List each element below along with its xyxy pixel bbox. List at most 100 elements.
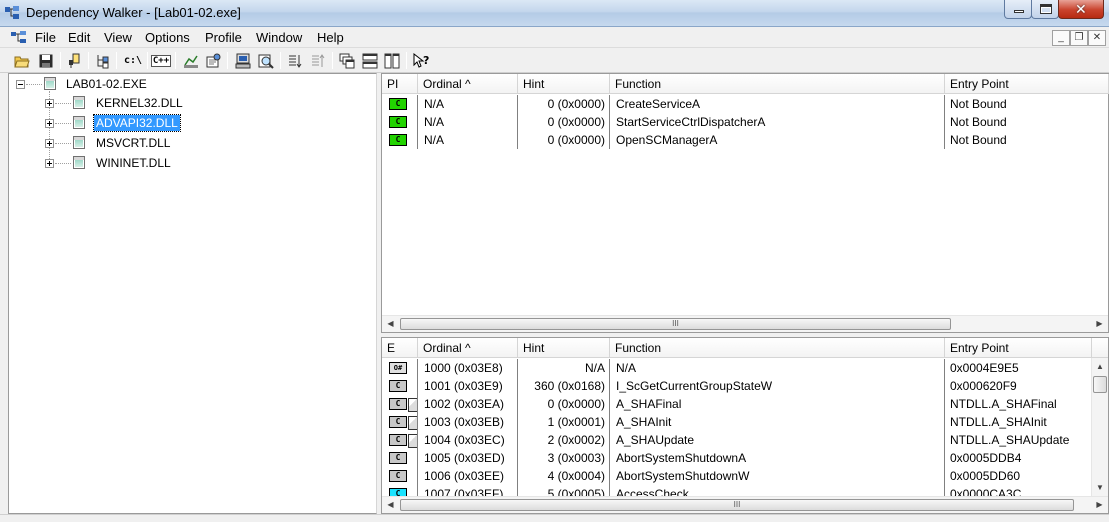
tile-vertical-icon bbox=[384, 53, 400, 68]
toolbar-separator bbox=[88, 52, 89, 69]
ordinal-cell: N/A bbox=[418, 131, 518, 149]
export-functions-list[interactable]: E Ordinal ^ Hint Function Entry Point O#… bbox=[381, 337, 1109, 514]
tile-vertical-button[interactable] bbox=[382, 51, 402, 70]
expand-advapi32-toggle[interactable] bbox=[45, 119, 54, 128]
scroll-up-icon[interactable]: ▲ bbox=[1092, 358, 1108, 375]
column-ordinal[interactable]: Ordinal ^ bbox=[418, 338, 518, 358]
scroll-right-icon[interactable]: ▶ bbox=[1091, 316, 1108, 332]
context-help-button[interactable]: ? bbox=[412, 51, 432, 70]
system-info-button[interactable] bbox=[233, 51, 253, 70]
maximize-button[interactable] bbox=[1031, 0, 1059, 19]
e-cell bbox=[382, 395, 418, 413]
full-paths-button[interactable]: c:\ bbox=[121, 51, 145, 70]
menu-file[interactable]: File bbox=[35, 30, 56, 45]
table-row[interactable]: C N/A 0 (0x0000) OpenSCManagerA Not Boun… bbox=[382, 131, 1108, 149]
table-row[interactable]: C 1002 (0x03EA) 0 (0x0000) A_SHAFinal NTDLL.… bbox=[382, 395, 1108, 413]
scrollbar-thumb[interactable] bbox=[1093, 376, 1107, 393]
table-row[interactable]: C 1006 (0x03EE) 4 (0x0004) AbortSystemShutd… bbox=[382, 467, 1108, 485]
hint-cell: 0 (0x0000) bbox=[518, 113, 610, 131]
ordinal-cell: 1003 (0x03EB) bbox=[418, 413, 518, 431]
menu-options[interactable]: Options bbox=[145, 30, 190, 45]
function-cell: CreateServiceA bbox=[610, 95, 945, 113]
column-e[interactable]: E bbox=[382, 338, 418, 358]
auto-expand-button[interactable] bbox=[93, 51, 113, 70]
title-bar[interactable]: Dependency Walker - [Lab01-02.exe] ✕ bbox=[0, 0, 1109, 27]
scroll-left-icon[interactable]: ◀ bbox=[382, 497, 399, 513]
table-row[interactable]: C 1001 (0x03E9) 360 (0x0168) I_ScGetCurrent… bbox=[382, 377, 1108, 395]
e-cell bbox=[382, 449, 418, 467]
close-button[interactable]: ✕ bbox=[1058, 0, 1104, 19]
open-button[interactable] bbox=[12, 51, 32, 70]
scroll-right-icon[interactable]: ▶ bbox=[1091, 497, 1108, 513]
scrollbar-thumb[interactable]: III bbox=[400, 499, 1074, 511]
column-pi[interactable]: PI bbox=[382, 74, 418, 94]
menu-profile[interactable]: Profile bbox=[205, 30, 242, 45]
entry-point-cell: 0x000620F9 bbox=[950, 379, 1017, 393]
column-ordinal[interactable]: Ordinal ^ bbox=[418, 74, 518, 94]
table-row[interactable]: C 1004 (0x03EC) 2 (0x0002) A_SHAUpdate NTDLL… bbox=[382, 431, 1108, 449]
svg-text:?: ? bbox=[423, 54, 429, 67]
magnifier-icon bbox=[258, 54, 274, 69]
module-tree[interactable]: LAB01-02.EXE KERNEL32.DLL ADVAPI32.DLL M… bbox=[8, 73, 377, 514]
tree-root-label[interactable]: LAB01-02.EXE bbox=[64, 76, 149, 92]
properties-button[interactable] bbox=[203, 51, 223, 70]
mdi-close-button[interactable]: ✕ bbox=[1088, 30, 1106, 46]
import-functions-list[interactable]: PI Ordinal ^ Hint Function Entry Point C… bbox=[381, 73, 1109, 333]
expand-kernel32-toggle[interactable] bbox=[45, 99, 54, 108]
tree-connector bbox=[55, 123, 71, 124]
menu-edit[interactable]: Edit bbox=[68, 30, 90, 45]
entry-point-cell: Not Bound bbox=[950, 133, 1007, 147]
scroll-down-icon[interactable]: ▼ bbox=[1092, 479, 1108, 496]
copy-button[interactable] bbox=[65, 51, 85, 70]
module-list-button[interactable] bbox=[181, 51, 201, 70]
function-cell: A_SHAFinal bbox=[610, 395, 945, 413]
expand-msvcrt-toggle[interactable] bbox=[45, 139, 54, 148]
collapse-root-toggle[interactable] bbox=[16, 80, 25, 89]
minimize-icon bbox=[1014, 10, 1024, 13]
document-system-menu-icon[interactable] bbox=[11, 31, 27, 44]
mdi-restore-button[interactable]: ❐ bbox=[1070, 30, 1088, 46]
undecorate-cpp-button[interactable]: C++ bbox=[150, 51, 172, 70]
dll-module-icon bbox=[73, 116, 85, 129]
toolbar-separator bbox=[147, 52, 148, 69]
table-row[interactable]: C 1003 (0x03EB) 1 (0x0001) A_SHAInit NTDLL.A… bbox=[382, 413, 1108, 431]
export-vertical-scrollbar[interactable]: ▲ ▼ bbox=[1091, 358, 1108, 496]
tree-item-msvcrt[interactable]: MSVCRT.DLL bbox=[94, 135, 172, 151]
close-icon: ✕ bbox=[1075, 1, 1087, 17]
tree-item-kernel32[interactable]: KERNEL32.DLL bbox=[94, 95, 185, 111]
tree-item-advapi32[interactable]: ADVAPI32.DLL bbox=[93, 114, 181, 132]
function-cell: AbortSystemShutdownW bbox=[610, 467, 945, 485]
scrollbar-thumb[interactable]: III bbox=[400, 318, 951, 330]
expand-wininet-toggle[interactable] bbox=[45, 159, 54, 168]
tile-horizontal-button[interactable] bbox=[360, 51, 380, 70]
tree-item-wininet[interactable]: WININET.DLL bbox=[94, 155, 173, 171]
menu-view[interactable]: View bbox=[104, 30, 132, 45]
expand-all-button[interactable] bbox=[285, 51, 305, 70]
collapse-all-button[interactable] bbox=[308, 51, 328, 70]
scroll-left-icon[interactable]: ◀ bbox=[382, 316, 399, 332]
menu-help[interactable]: Help bbox=[317, 30, 344, 45]
export-horizontal-scrollbar[interactable]: ◀ III ▶ bbox=[382, 496, 1108, 513]
import-horizontal-scrollbar[interactable]: ◀ III ▶ bbox=[382, 315, 1108, 332]
table-row[interactable]: O# 1000 (0x03E8) N/A N/A 0x0004E9E5 bbox=[382, 359, 1108, 377]
column-entry-point[interactable]: Entry Point bbox=[945, 74, 1109, 94]
menu-window[interactable]: Window bbox=[256, 30, 302, 45]
table-row[interactable]: C N/A 0 (0x0000) StartServiceCtrlDispatc… bbox=[382, 113, 1108, 131]
function-cell: StartServiceCtrlDispatcherA bbox=[610, 113, 945, 131]
column-entry-point[interactable]: Entry Point bbox=[945, 338, 1092, 358]
mdi-minimize-button[interactable]: _ bbox=[1052, 30, 1070, 46]
pi-cell bbox=[382, 131, 418, 149]
column-function[interactable]: Function bbox=[610, 74, 945, 94]
cascade-button[interactable] bbox=[337, 51, 357, 70]
table-row[interactable]: C N/A 0 (0x0000) CreateServiceA Not Boun… bbox=[382, 95, 1108, 113]
column-function[interactable]: Function bbox=[610, 338, 945, 358]
save-button[interactable] bbox=[36, 51, 56, 70]
external-viewer-button[interactable] bbox=[256, 51, 276, 70]
hint-cell: 1 (0x0001) bbox=[518, 413, 610, 431]
column-hint[interactable]: Hint bbox=[518, 74, 610, 94]
minimize-button[interactable] bbox=[1004, 0, 1032, 19]
table-row[interactable]: C 1005 (0x03ED) 3 (0x0003) AbortSystemShutd… bbox=[382, 449, 1108, 467]
column-hint[interactable]: Hint bbox=[518, 338, 610, 358]
minimize-icon: _ bbox=[1058, 32, 1064, 43]
toolbar: c:\ C++ ? bbox=[0, 48, 1109, 73]
